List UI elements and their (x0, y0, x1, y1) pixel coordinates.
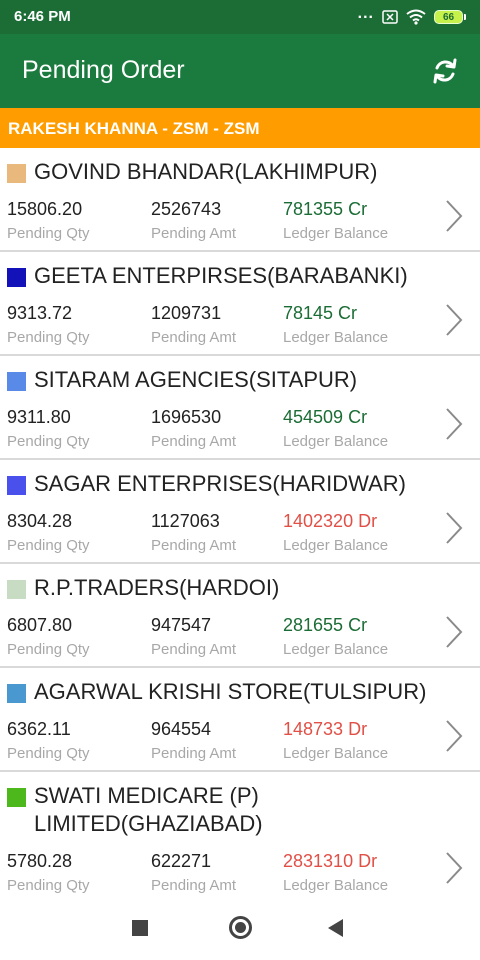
pending-amt-label: Pending Amt (151, 433, 237, 450)
chevron-right-icon[interactable] (444, 850, 464, 886)
ledger-balance-value: 2831310 Dr (283, 851, 378, 871)
ledger-balance-value: 281655 Cr (283, 615, 368, 635)
user-info-strip: RAKESH KHANNA - ZSM - ZSM (0, 108, 480, 148)
order-card[interactable]: GEETA ENTERPIRSES(BARABANKI) 9313.72 120… (0, 252, 480, 356)
party-color-swatch (7, 476, 26, 495)
pending-amt-value: 1209731 (151, 303, 222, 323)
chevron-right-icon[interactable] (444, 406, 464, 442)
pending-qty-label: Pending Qty (7, 877, 90, 894)
status-time: 6:46 PM (14, 8, 71, 25)
pending-amt-label: Pending Amt (151, 877, 237, 894)
pending-amt-value: 1127063 (151, 511, 220, 531)
system-nav-bar (0, 896, 480, 960)
ledger-balance-label: Ledger Balance (283, 745, 389, 762)
order-card[interactable]: AGARWAL KRISHI STORE(TULSIPUR) 6362.11 9… (0, 668, 480, 772)
back-icon[interactable] (328, 919, 343, 937)
pending-amt-value: 964554 (151, 719, 212, 739)
pending-qty-value: 6362.11 (7, 719, 71, 739)
order-card[interactable]: SWATI MEDICARE (P) LIMITED(GHAZIABAD) 57… (0, 772, 480, 896)
status-bar: 6:46 PM ... 66 (0, 0, 480, 34)
order-card[interactable]: SITARAM AGENCIES(SITAPUR) 9311.80 169653… (0, 356, 480, 460)
order-card[interactable]: SAGAR ENTERPRISES(HARIDWAR) 8304.28 1127… (0, 460, 480, 564)
refresh-button[interactable] (428, 54, 462, 88)
order-card[interactable]: GOVIND BHANDAR(LAKHIMPUR) 15806.20 25267… (0, 148, 480, 252)
battery-icon: 66 (434, 10, 466, 24)
pending-amt-label: Pending Amt (151, 641, 237, 658)
battery-level: 66 (434, 10, 463, 24)
home-icon[interactable] (229, 916, 252, 939)
more-dots-icon: ... (357, 5, 374, 22)
ledger-balance-value: 781355 Cr (283, 199, 368, 219)
pending-order-list[interactable]: GOVIND BHANDAR(LAKHIMPUR) 15806.20 25267… (0, 148, 480, 896)
chevron-right-icon[interactable] (444, 614, 464, 650)
party-color-swatch (7, 684, 26, 703)
party-name: SAGAR ENTERPRISES(HARIDWAR) (34, 471, 407, 496)
ledger-balance-label: Ledger Balance (283, 433, 389, 450)
pending-qty-label: Pending Qty (7, 225, 90, 242)
pending-qty-label: Pending Qty (7, 329, 90, 346)
pending-qty-value: 9311.80 (7, 407, 71, 427)
ledger-balance-label: Ledger Balance (283, 225, 389, 242)
chevron-right-icon[interactable] (444, 198, 464, 234)
sim-x-icon (382, 10, 398, 24)
party-color-swatch (7, 580, 26, 599)
pending-qty-value: 8304.28 (7, 511, 73, 531)
party-color-swatch (7, 788, 26, 807)
page-title: Pending Order (22, 56, 185, 84)
party-color-swatch (7, 372, 26, 391)
app-bar: Pending Order (0, 34, 480, 108)
party-name: SWATI MEDICARE (P) LIMITED(GHAZIABAD) (34, 783, 263, 836)
user-role-label: RAKESH KHANNA - ZSM - ZSM (8, 119, 260, 138)
pending-amt-label: Pending Amt (151, 329, 237, 346)
refresh-icon (433, 58, 457, 84)
pending-qty-value: 15806.20 (7, 199, 83, 219)
ledger-balance-value: 1402320 Dr (283, 511, 378, 531)
pending-amt-label: Pending Amt (151, 537, 237, 554)
party-name: R.P.TRADERS(HARDOI) (34, 575, 280, 600)
chevron-right-icon[interactable] (444, 510, 464, 546)
party-color-swatch (7, 268, 26, 287)
party-name: SITARAM AGENCIES(SITAPUR) (34, 367, 358, 392)
pending-qty-label: Pending Qty (7, 641, 90, 658)
ledger-balance-value: 454509 Cr (283, 407, 368, 427)
order-card[interactable]: R.P.TRADERS(HARDOI) 6807.80 947547 28165… (0, 564, 480, 668)
pending-amt-value: 947547 (151, 615, 212, 635)
pending-qty-label: Pending Qty (7, 745, 90, 762)
pending-amt-label: Pending Amt (151, 745, 237, 762)
party-color-swatch (7, 164, 26, 183)
party-name: GOVIND BHANDAR(LAKHIMPUR) (34, 159, 378, 184)
ledger-balance-value: 78145 Cr (283, 303, 358, 323)
pending-amt-value: 622271 (151, 851, 212, 871)
pending-qty-value: 5780.28 (7, 851, 73, 871)
ledger-balance-label: Ledger Balance (283, 641, 389, 658)
pending-amt-value: 1696530 (151, 407, 222, 427)
wifi-icon (406, 9, 426, 25)
pending-qty-value: 9313.72 (7, 303, 73, 323)
party-name: GEETA ENTERPIRSES(BARABANKI) (34, 263, 408, 288)
chevron-right-icon[interactable] (444, 718, 464, 754)
pending-qty-value: 6807.80 (7, 615, 73, 635)
pending-qty-label: Pending Qty (7, 433, 90, 450)
pending-amt-value: 2526743 (151, 199, 222, 219)
pending-amt-label: Pending Amt (151, 225, 237, 242)
ledger-balance-label: Ledger Balance (283, 537, 389, 554)
chevron-right-icon[interactable] (444, 302, 464, 338)
pending-qty-label: Pending Qty (7, 537, 90, 554)
party-name: AGARWAL KRISHI STORE(TULSIPUR) (34, 679, 427, 704)
recents-icon[interactable] (132, 920, 148, 936)
ledger-balance-value: 148733 Dr (283, 719, 368, 739)
ledger-balance-label: Ledger Balance (283, 877, 389, 894)
status-icons: ... 66 (357, 5, 466, 27)
ledger-balance-label: Ledger Balance (283, 329, 389, 346)
